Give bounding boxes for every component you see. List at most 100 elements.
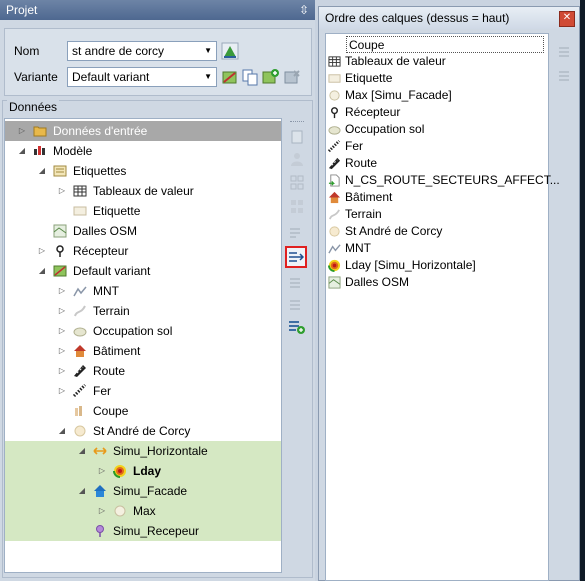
expand-arrow-icon[interactable]: ▷ (57, 181, 67, 201)
tree-item-etiquette[interactable]: Etiquette (5, 201, 281, 221)
tree-item-tableaux-de-valeur[interactable]: ▷ Tableaux de valeur (5, 181, 281, 201)
expand-arrow-icon[interactable]: ▷ (57, 301, 67, 321)
layer-item-coupe[interactable]: Coupe (346, 36, 544, 53)
variant-add-icon[interactable] (261, 68, 279, 86)
model-icon (34, 146, 45, 155)
road-icon (328, 157, 341, 170)
layer-item-label: Etiquette (345, 71, 393, 85)
user-icon[interactable] (287, 150, 307, 168)
open-properties-icon[interactable] (287, 128, 307, 146)
add-layer-icon[interactable] (287, 318, 307, 336)
rail-icon (328, 140, 341, 153)
tree-item-route[interactable]: ▷ Route (5, 361, 281, 381)
tree-item-coupe[interactable]: Coupe (5, 401, 281, 421)
tree-item-batiment[interactable]: ▷ Bâtiment (5, 341, 281, 361)
grid-filled-icon[interactable] (287, 198, 307, 216)
tree-item-simu-facade[interactable]: ◢ Simu_Facade (5, 481, 281, 501)
sort-icon[interactable] (287, 224, 307, 242)
layer-item-label: Lday [Simu_Horizontale] (345, 258, 476, 272)
tree-item-label: Route (93, 364, 126, 378)
osm-tiles-icon (328, 276, 341, 289)
layer-item-label: Fer (345, 139, 363, 153)
project-panel-title: Projet (6, 3, 38, 17)
collapse-arrow-icon[interactable]: ◢ (77, 441, 87, 461)
chevron-down-icon: ▼ (204, 46, 212, 55)
variant-delete-icon[interactable] (283, 68, 301, 86)
receiver-simulation-icon (96, 525, 104, 537)
layer-order-title: Ordre des calques (dessus = haut) (325, 11, 510, 25)
max-icon (114, 505, 126, 517)
tree-item-dalles-osm[interactable]: Dalles OSM (5, 221, 281, 241)
layer-item-label: Tableaux de valeur (345, 54, 446, 68)
collapse-arrow-icon[interactable]: ◢ (17, 141, 27, 161)
tree-item-label: St André de Corcy (93, 424, 191, 438)
nom-label: Nom (14, 44, 40, 58)
tree-item-label: Récepteur (73, 244, 129, 258)
tree-item-label: Simu_Horizontale (113, 444, 208, 458)
tree-item-occupation-sol[interactable]: ▷ Occupation sol (5, 321, 281, 341)
layer-item-label: Max [Simu_Facade] (345, 88, 452, 102)
project-properties-icon[interactable] (221, 42, 239, 60)
layer-item-label: Coupe (349, 38, 385, 52)
section-icon (75, 406, 82, 416)
layer-item-label: MNT (345, 241, 371, 255)
variante-value: Default variant (72, 70, 150, 84)
tree-item-etiquettes[interactable]: ◢ Etiquettes (5, 161, 281, 181)
tree-item-recepteur[interactable]: ▷ Récepteur (5, 241, 281, 261)
tree-item-label: Default variant (73, 264, 151, 278)
layer-order-button[interactable] (285, 246, 307, 268)
expand-arrow-icon[interactable]: ▷ (57, 321, 67, 341)
layer-order-panel: Ordre des calques (dessus = haut) ✕ Coup… (318, 6, 580, 581)
label-icon (328, 74, 341, 83)
project-panel: Projet ⇳ Nom st andre de corcy ▼ Variant… (0, 0, 315, 581)
terrain-icon (74, 305, 86, 317)
tree-item-label: Coupe (93, 404, 129, 418)
move-layer-down-icon[interactable] (555, 69, 573, 87)
label-icon (73, 206, 87, 216)
layer-order-titlebar: Ordre des calques (dessus = haut) ✕ (319, 7, 579, 29)
expand-arrow-icon[interactable]: ▷ (57, 281, 67, 301)
tree-item-terrain[interactable]: ▷ Terrain (5, 301, 281, 321)
tree-item-simu-recepeur[interactable]: Simu_Recepeur (5, 521, 281, 541)
expand-arrow-icon[interactable]: ▷ (57, 361, 67, 381)
expand-arrow-icon[interactable]: ▷ (17, 121, 27, 141)
collapse-arrow-icon[interactable]: ◢ (77, 481, 87, 501)
tree-item-simu-horizontale[interactable]: ◢ Simu_Horizontale (5, 441, 281, 461)
tree-item-default-variant[interactable]: ◢ Default variant (5, 261, 281, 281)
collapse-arrow-icon[interactable]: ◢ (37, 161, 47, 181)
pin-icon[interactable]: ⇳ (299, 0, 309, 20)
tree-item-modele[interactable]: ◢ Modèle (5, 141, 281, 161)
move-up-icon[interactable] (287, 274, 307, 292)
lday-icon (113, 465, 126, 478)
folder-icon (33, 126, 47, 137)
tree-item-label: Simu_Facade (113, 484, 188, 498)
tree-item-fer[interactable]: ▷ Fer (5, 381, 281, 401)
data-tree: ▷ Données d'entrée ◢ Modèle ◢ Etiquettes… (4, 118, 282, 573)
tree-item-st-andre-de-corcy[interactable]: ◢ St André de Corcy (5, 421, 281, 441)
expand-arrow-icon[interactable]: ▷ (57, 341, 67, 361)
tree-item-lday[interactable]: ▷ Lday (5, 461, 281, 481)
tree-item-mnt[interactable]: ▷ MNT (5, 281, 281, 301)
expand-arrow-icon[interactable]: ▷ (97, 461, 107, 481)
layer-item-label: Récepteur (345, 105, 401, 119)
move-layer-up-icon[interactable] (555, 45, 573, 63)
expand-arrow-icon[interactable]: ▷ (37, 241, 47, 261)
expand-arrow-icon[interactable]: ▷ (57, 381, 67, 401)
site-icon (74, 425, 86, 437)
close-icon[interactable]: ✕ (559, 11, 575, 27)
tree-item-max[interactable]: ▷ Max (5, 501, 281, 521)
variante-dropdown[interactable]: Default variant ▼ (67, 67, 217, 87)
expand-arrow-icon[interactable]: ▷ (97, 501, 107, 521)
collapse-arrow-icon[interactable]: ◢ (57, 421, 67, 441)
move-down-icon[interactable] (287, 296, 307, 314)
project-settings-group: Nom st andre de corcy ▼ Variante Default… (4, 28, 312, 96)
variant-copy-icon[interactable] (241, 68, 259, 86)
collapse-arrow-icon[interactable]: ◢ (37, 261, 47, 281)
land-use-icon (328, 126, 341, 135)
grid-icon[interactable] (287, 174, 307, 192)
tree-item-label: Dalles OSM (73, 224, 138, 238)
tree-item-donnees-entree[interactable]: ▷ Données d'entrée (5, 121, 281, 141)
nom-dropdown[interactable]: st andre de corcy ▼ (67, 41, 217, 61)
dem-icon (73, 286, 87, 297)
variant-edit-icon[interactable] (221, 68, 239, 86)
